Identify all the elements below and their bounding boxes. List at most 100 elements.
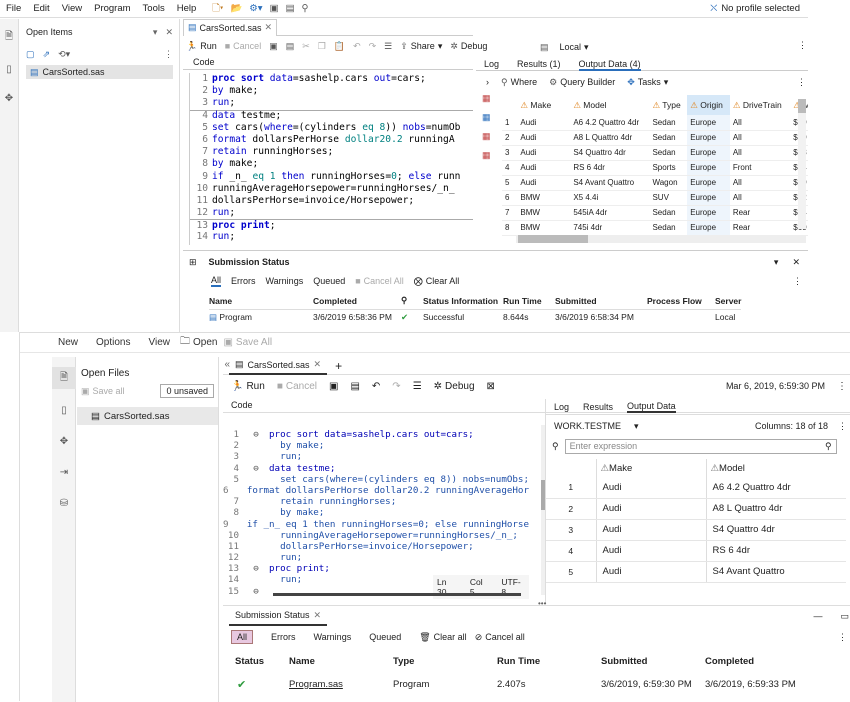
save-as-icon[interactable]: ▤ [350,381,359,392]
query-builder-button[interactable]: ⚙ Query Builder [549,77,615,88]
menu-tools[interactable]: Tools [143,0,165,18]
column-header[interactable]: ⚠ Origin [687,95,730,115]
open-external-icon[interactable]: ⇗ [43,49,51,60]
format-icon[interactable]: ☰ [384,41,392,52]
expand-icon[interactable]: › [486,77,489,87]
search-icon[interactable]: ⚲ [302,0,309,18]
more-options-icon[interactable]: ⋮ [838,421,847,432]
filter-all[interactable]: All [211,275,222,287]
menu-new[interactable]: New [58,337,78,348]
libraries-icon[interactable]: ⛁ [52,498,76,509]
code-area[interactable]: 1 proc sort data=sashelp.cars out=cars; 2 b… [189,73,473,245]
table-row[interactable]: 8BMW745i 4drSedanEuropeRear$69 [502,220,808,236]
undo-icon[interactable]: ↶ [372,381,380,392]
fold-toggle-icon[interactable]: ⊖ [243,429,269,440]
table-row[interactable]: 5AudiS4 Avant QuattroWagonEuropeAll$49 [502,175,808,191]
filter-icon[interactable]: ⚲ [552,441,559,452]
clear-all-button[interactable]: ⨂ Clear All [414,276,460,287]
filter-queued[interactable]: Queued [313,276,345,286]
table-row[interactable]: 3AudiS4 Quattro 4drSedanEuropeAll$48 [502,145,808,161]
new-file-icon[interactable]: 🗋▾ [212,0,223,18]
close-tab-icon[interactable]: ✕ [314,610,322,621]
clear-log-icon[interactable]: ⊠ [487,381,495,392]
menu-view[interactable]: View [62,0,82,18]
format-icon[interactable]: ☰ [413,381,422,392]
output-data-grid[interactable]: ⚠ Make⚠ Model⚠ Type⚠ Origin⚠ DriveTrain⚠… [502,95,808,245]
fold-toggle-icon[interactable]: ⊖ [243,586,269,597]
redo-icon[interactable]: ↷ [369,41,377,52]
column-header[interactable]: ⚠Model [705,459,846,477]
minimize-icon[interactable]: — [813,611,822,621]
column-header[interactable]: ⚠ Make [517,95,570,115]
filter-all[interactable]: All [231,630,254,644]
code-tab[interactable]: Code [193,57,215,67]
editor-tab[interactable]: ▤ CarsSorted.sas ✕ [229,357,328,375]
copy-icon[interactable]: ❐ [318,41,326,52]
code-tab[interactable]: Code [231,400,253,410]
filter-warnings[interactable]: Warnings [314,632,352,642]
horizontal-scrollbar[interactable] [273,593,521,596]
log-tab[interactable]: Log [484,59,499,69]
cancel-all-button[interactable]: ■ Cancel All [355,276,403,286]
table-row[interactable]: ▤ Program 3/6/2019 6:58:36 PM ✔ Successf… [209,309,742,325]
filter-expression-input[interactable]: Enter expression ⚲ [564,438,837,454]
save-all-button[interactable]: ▣ Save all [81,386,125,397]
open-files-icon[interactable]: 🗎 [52,367,76,389]
table-row[interactable]: 4 Audi RS 6 4dr [546,540,846,562]
open-folder-icon[interactable]: 📂 [230,0,242,18]
stats-icon[interactable]: ▦ [482,131,494,142]
table-row[interactable]: ✔ Program.sas Program 2.407s 3/6/2019, 6… [235,670,796,698]
save-icon[interactable]: ▣ [329,381,338,392]
table-icon[interactable]: ▦ [482,93,494,104]
table-row[interactable]: 4AudiRS 6 4drSportsEuropeFront$84 [502,160,808,176]
menu-view[interactable]: View [148,337,170,348]
dataset-dropdown[interactable]: WORK.TESTME ▾ [554,421,639,432]
save-icon[interactable]: ▣ [269,41,278,52]
profile-icon[interactable]: ⛌ [710,0,717,18]
column-header[interactable]: ⚠ Model [570,95,649,115]
column-icon[interactable]: ▦ [482,112,494,123]
undo-icon[interactable]: ↶ [353,41,361,52]
more-options-icon[interactable]: ⋮ [164,49,173,60]
open-button[interactable]: 🗀 Open [180,334,217,351]
vertical-scrollbar[interactable] [798,99,806,229]
menu-program[interactable]: Program [94,0,130,18]
clear-all-button[interactable]: 🗑 Clear all [419,632,466,643]
menu-file[interactable]: File [6,0,21,18]
more-options-icon[interactable]: ⋮ [793,276,802,287]
fold-toggle-icon[interactable]: ⊖ [243,463,269,474]
table-row[interactable]: 1AudiA6 4.2 Quattro 4drSedanEuropeAll$49 [502,115,808,131]
table-row[interactable]: 2 Audi A8 L Quattro 4dr [546,498,846,520]
table-row[interactable]: 7BMW545iA 4drSedanEuropeRear$54 [502,205,808,221]
filter-errors[interactable]: Errors [231,276,256,286]
filter-errors[interactable]: Errors [271,632,296,642]
output-data-tab[interactable]: Output Data (4) [578,57,641,71]
chevron-down-icon[interactable]: ▾ [774,257,779,268]
menu-edit[interactable]: Edit [33,0,49,18]
chart-icon[interactable]: ▦ [482,150,494,161]
redo-icon[interactable]: ↷ [392,381,400,392]
code-area[interactable]: 1 ⊖ proc sort data=sashelp.cars out=cars; 2… [223,425,529,603]
open-item-file[interactable]: ▤ CarsSorted.sas [26,65,173,79]
tasks-icon[interactable]: ✥ [52,436,76,447]
log-tab[interactable]: Log [554,402,569,412]
output-data-tab[interactable]: Output Data [627,401,676,413]
open-items-icon[interactable]: 🗎 [0,29,18,46]
refresh-icon[interactable]: ⟲▾ [58,49,70,60]
menu-help[interactable]: Help [177,0,197,18]
close-tab-icon[interactable]: ✕ [314,359,322,370]
table-row[interactable]: 5 Audi S4 Avant Quattro [546,561,846,583]
program-link[interactable]: Program.sas [289,670,393,698]
save-all-button[interactable]: ▣ Save All [223,337,272,348]
cancel-button[interactable]: ■ Cancel [277,381,317,392]
fold-toggle-icon[interactable]: ⊖ [243,563,269,574]
add-tab-icon[interactable]: + [335,359,342,373]
results-tab[interactable]: Results (1) [517,59,561,69]
save-icon[interactable]: ▣ [270,0,279,18]
server-files-icon[interactable]: ▯ [52,405,76,416]
new-item-icon[interactable]: ▢ [26,49,35,60]
run-button[interactable]: 🏃 Run [186,41,217,52]
snippets-icon[interactable]: ⇥ [52,467,76,478]
maximize-icon[interactable]: ▭ [840,611,849,622]
output-data-grid[interactable]: ⚠Make ⚠Model 1 Audi A6 4.2 Quattro 4dr 2 Audi… [546,459,846,603]
